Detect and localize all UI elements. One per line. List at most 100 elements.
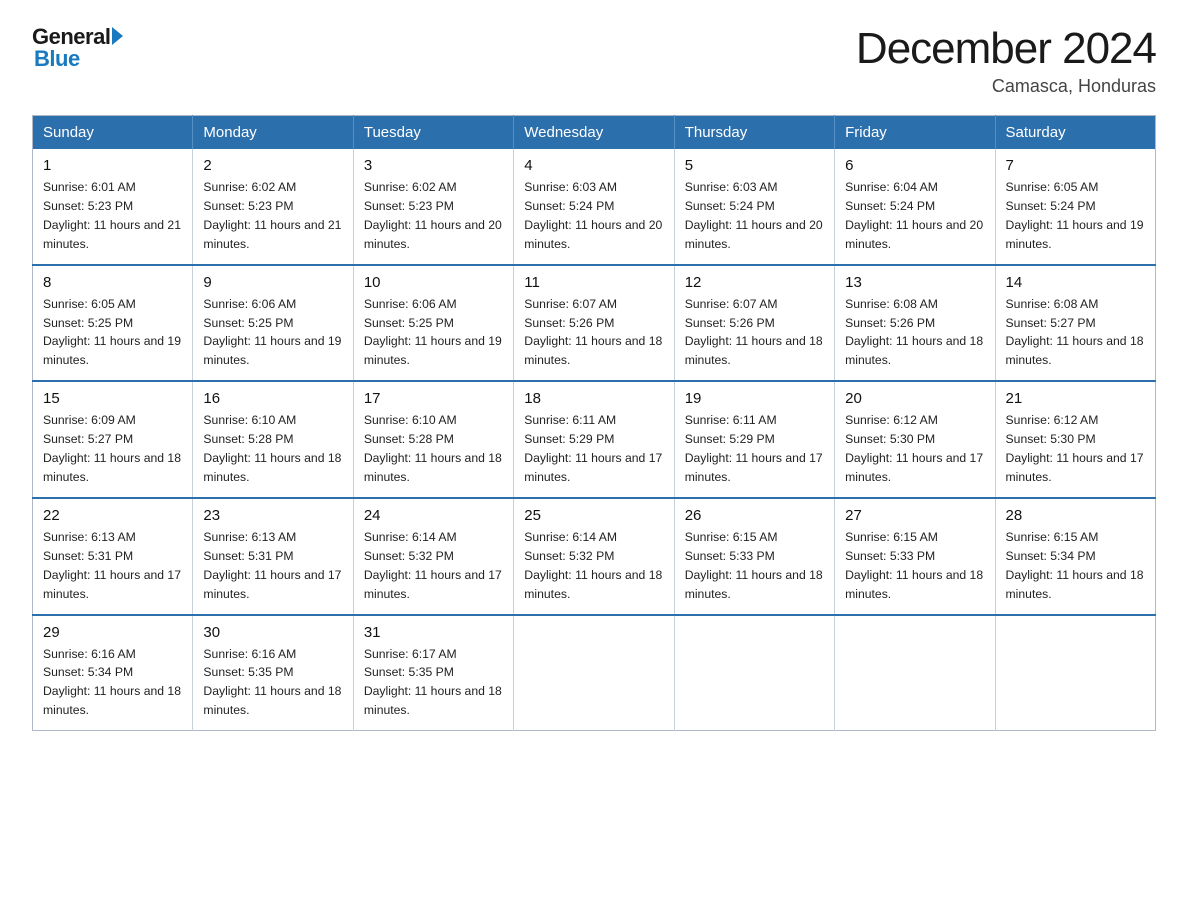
day-number: 20 [845,390,984,407]
table-row: 21 Sunrise: 6:12 AMSunset: 5:30 PMDaylig… [995,381,1155,498]
header-monday: Monday [193,116,353,150]
table-row: 13 Sunrise: 6:08 AMSunset: 5:26 PMDaylig… [835,265,995,382]
day-number: 26 [685,507,824,524]
logo-arrow-icon [112,27,123,45]
table-row: 24 Sunrise: 6:14 AMSunset: 5:32 PMDaylig… [353,498,513,615]
days-of-week-row: SundayMondayTuesdayWednesdayThursdayFrid… [33,116,1156,150]
day-info: Sunrise: 6:16 AMSunset: 5:35 PMDaylight:… [203,647,341,718]
table-row [674,615,834,731]
table-row: 5 Sunrise: 6:03 AMSunset: 5:24 PMDayligh… [674,149,834,265]
logo-blue-text: Blue [34,46,80,72]
day-info: Sunrise: 6:07 AMSunset: 5:26 PMDaylight:… [685,297,823,368]
day-info: Sunrise: 6:10 AMSunset: 5:28 PMDaylight:… [364,413,502,484]
day-number: 16 [203,390,342,407]
day-info: Sunrise: 6:13 AMSunset: 5:31 PMDaylight:… [43,530,181,601]
title-block: December 2024 Camasca, Honduras [856,24,1156,97]
table-row: 16 Sunrise: 6:10 AMSunset: 5:28 PMDaylig… [193,381,353,498]
page-header: General Blue December 2024 Camasca, Hond… [32,24,1156,97]
day-info: Sunrise: 6:08 AMSunset: 5:26 PMDaylight:… [845,297,983,368]
day-info: Sunrise: 6:16 AMSunset: 5:34 PMDaylight:… [43,647,181,718]
day-number: 22 [43,507,182,524]
day-info: Sunrise: 6:09 AMSunset: 5:27 PMDaylight:… [43,413,181,484]
table-row [835,615,995,731]
week-row-1: 1 Sunrise: 6:01 AMSunset: 5:23 PMDayligh… [33,149,1156,265]
day-number: 17 [364,390,503,407]
week-row-3: 15 Sunrise: 6:09 AMSunset: 5:27 PMDaylig… [33,381,1156,498]
day-number: 24 [364,507,503,524]
day-info: Sunrise: 6:03 AMSunset: 5:24 PMDaylight:… [685,180,823,251]
header-tuesday: Tuesday [353,116,513,150]
table-row: 7 Sunrise: 6:05 AMSunset: 5:24 PMDayligh… [995,149,1155,265]
day-number: 25 [524,507,663,524]
table-row: 19 Sunrise: 6:11 AMSunset: 5:29 PMDaylig… [674,381,834,498]
day-info: Sunrise: 6:11 AMSunset: 5:29 PMDaylight:… [524,413,662,484]
day-info: Sunrise: 6:07 AMSunset: 5:26 PMDaylight:… [524,297,662,368]
day-number: 2 [203,157,342,174]
day-info: Sunrise: 6:15 AMSunset: 5:33 PMDaylight:… [685,530,823,601]
day-info: Sunrise: 6:12 AMSunset: 5:30 PMDaylight:… [845,413,983,484]
day-number: 18 [524,390,663,407]
header-sunday: Sunday [33,116,193,150]
day-info: Sunrise: 6:01 AMSunset: 5:23 PMDaylight:… [43,180,181,251]
day-number: 12 [685,274,824,291]
day-info: Sunrise: 6:15 AMSunset: 5:34 PMDaylight:… [1006,530,1144,601]
day-info: Sunrise: 6:05 AMSunset: 5:25 PMDaylight:… [43,297,181,368]
day-number: 14 [1006,274,1145,291]
header-saturday: Saturday [995,116,1155,150]
day-info: Sunrise: 6:14 AMSunset: 5:32 PMDaylight:… [524,530,662,601]
day-number: 15 [43,390,182,407]
table-row: 18 Sunrise: 6:11 AMSunset: 5:29 PMDaylig… [514,381,674,498]
table-row: 10 Sunrise: 6:06 AMSunset: 5:25 PMDaylig… [353,265,513,382]
day-info: Sunrise: 6:02 AMSunset: 5:23 PMDaylight:… [364,180,502,251]
day-info: Sunrise: 6:12 AMSunset: 5:30 PMDaylight:… [1006,413,1144,484]
table-row: 26 Sunrise: 6:15 AMSunset: 5:33 PMDaylig… [674,498,834,615]
main-title: December 2024 [856,24,1156,74]
day-number: 13 [845,274,984,291]
day-info: Sunrise: 6:02 AMSunset: 5:23 PMDaylight:… [203,180,341,251]
header-wednesday: Wednesday [514,116,674,150]
table-row: 9 Sunrise: 6:06 AMSunset: 5:25 PMDayligh… [193,265,353,382]
calendar-header: SundayMondayTuesdayWednesdayThursdayFrid… [33,116,1156,150]
day-number: 4 [524,157,663,174]
table-row: 29 Sunrise: 6:16 AMSunset: 5:34 PMDaylig… [33,615,193,731]
day-info: Sunrise: 6:14 AMSunset: 5:32 PMDaylight:… [364,530,502,601]
day-info: Sunrise: 6:08 AMSunset: 5:27 PMDaylight:… [1006,297,1144,368]
table-row: 31 Sunrise: 6:17 AMSunset: 5:35 PMDaylig… [353,615,513,731]
table-row: 23 Sunrise: 6:13 AMSunset: 5:31 PMDaylig… [193,498,353,615]
day-number: 9 [203,274,342,291]
table-row: 11 Sunrise: 6:07 AMSunset: 5:26 PMDaylig… [514,265,674,382]
table-row [995,615,1155,731]
table-row: 2 Sunrise: 6:02 AMSunset: 5:23 PMDayligh… [193,149,353,265]
day-info: Sunrise: 6:05 AMSunset: 5:24 PMDaylight:… [1006,180,1144,251]
table-row: 4 Sunrise: 6:03 AMSunset: 5:24 PMDayligh… [514,149,674,265]
table-row: 15 Sunrise: 6:09 AMSunset: 5:27 PMDaylig… [33,381,193,498]
day-info: Sunrise: 6:17 AMSunset: 5:35 PMDaylight:… [364,647,502,718]
day-number: 11 [524,274,663,291]
day-info: Sunrise: 6:11 AMSunset: 5:29 PMDaylight:… [685,413,823,484]
day-number: 8 [43,274,182,291]
day-info: Sunrise: 6:06 AMSunset: 5:25 PMDaylight:… [364,297,502,368]
table-row: 22 Sunrise: 6:13 AMSunset: 5:31 PMDaylig… [33,498,193,615]
day-info: Sunrise: 6:06 AMSunset: 5:25 PMDaylight:… [203,297,341,368]
day-info: Sunrise: 6:03 AMSunset: 5:24 PMDaylight:… [524,180,662,251]
day-number: 27 [845,507,984,524]
week-row-2: 8 Sunrise: 6:05 AMSunset: 5:25 PMDayligh… [33,265,1156,382]
table-row: 25 Sunrise: 6:14 AMSunset: 5:32 PMDaylig… [514,498,674,615]
day-number: 28 [1006,507,1145,524]
day-info: Sunrise: 6:04 AMSunset: 5:24 PMDaylight:… [845,180,983,251]
calendar-table: SundayMondayTuesdayWednesdayThursdayFrid… [32,115,1156,731]
table-row: 12 Sunrise: 6:07 AMSunset: 5:26 PMDaylig… [674,265,834,382]
table-row: 1 Sunrise: 6:01 AMSunset: 5:23 PMDayligh… [33,149,193,265]
calendar-body: 1 Sunrise: 6:01 AMSunset: 5:23 PMDayligh… [33,149,1156,731]
logo: General Blue [32,24,123,72]
day-number: 19 [685,390,824,407]
table-row: 27 Sunrise: 6:15 AMSunset: 5:33 PMDaylig… [835,498,995,615]
table-row: 28 Sunrise: 6:15 AMSunset: 5:34 PMDaylig… [995,498,1155,615]
table-row: 30 Sunrise: 6:16 AMSunset: 5:35 PMDaylig… [193,615,353,731]
table-row [514,615,674,731]
day-number: 1 [43,157,182,174]
subtitle: Camasca, Honduras [856,76,1156,97]
day-number: 29 [43,624,182,641]
day-number: 6 [845,157,984,174]
table-row: 3 Sunrise: 6:02 AMSunset: 5:23 PMDayligh… [353,149,513,265]
